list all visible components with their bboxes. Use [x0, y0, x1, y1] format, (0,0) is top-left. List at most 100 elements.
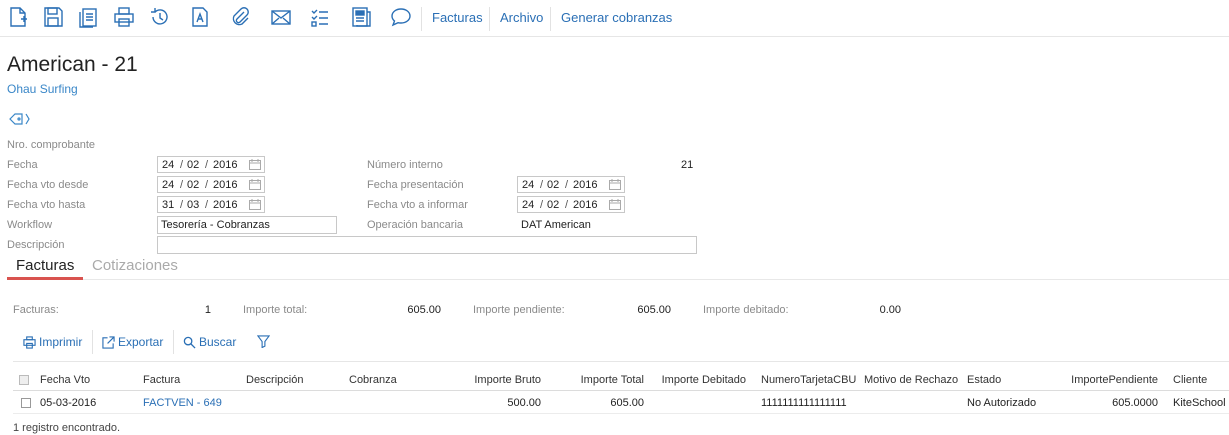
comment-icon[interactable]	[389, 5, 413, 29]
fecha-vto-desde-day: 24	[162, 179, 175, 191]
column-header[interactable]: ImportePendiente	[1070, 374, 1158, 386]
cell-factura-link[interactable]: FACTVEN - 649	[143, 397, 222, 409]
toolbar: Facturas Archivo Generar cobranzas	[0, 0, 1229, 37]
tabs-divider	[7, 279, 1229, 280]
report-icon[interactable]	[350, 5, 374, 29]
search-icon	[183, 336, 196, 349]
buscar-button[interactable]: Buscar	[183, 335, 236, 349]
calendar-icon[interactable]	[249, 179, 261, 190]
active-tab-indicator	[7, 277, 83, 280]
calendar-icon[interactable]	[249, 199, 261, 210]
calendar-icon[interactable]	[249, 159, 261, 170]
workflow-label: Workflow	[7, 219, 53, 231]
facturas-link[interactable]: Facturas	[432, 10, 483, 25]
numero-interno-value: 21	[681, 159, 694, 171]
calendar-icon[interactable]	[609, 179, 621, 190]
attachment-icon[interactable]	[228, 5, 252, 29]
action-separator	[92, 330, 93, 354]
archivo-link[interactable]: Archivo	[500, 10, 543, 25]
column-header[interactable]: Factura	[143, 374, 180, 386]
new-document-icon[interactable]	[6, 5, 30, 29]
fecha-vto-informar-month: 02	[547, 199, 560, 211]
fecha-day: 24	[162, 159, 175, 171]
save-icon[interactable]	[41, 5, 65, 29]
select-all-checkbox[interactable]	[19, 375, 29, 385]
fecha-presentacion-day: 24	[522, 179, 535, 191]
filter-icon	[257, 335, 270, 348]
column-header[interactable]: Importe Total	[555, 374, 644, 386]
fecha-vto-hasta-input[interactable]: 31 / 03 / 2016	[157, 196, 265, 213]
facturas-count-value: 1	[204, 304, 211, 316]
copy-icon[interactable]	[76, 5, 100, 29]
cell-numero-tarjeta: 1111111111111111	[761, 397, 847, 409]
fecha-vto-informar-input[interactable]: 24 / 02 / 2016	[517, 196, 625, 213]
fecha-vto-hasta-label: Fecha vto hasta	[7, 199, 86, 211]
filter-button[interactable]	[257, 335, 270, 348]
imprimir-label: Imprimir	[39, 335, 83, 349]
descripcion-input[interactable]	[157, 236, 697, 254]
export-icon	[102, 335, 115, 349]
fecha-vto-hasta-month: 03	[187, 199, 200, 211]
cell-estado: No Autorizado	[967, 397, 1037, 409]
imprimir-button[interactable]: Imprimir	[23, 335, 82, 349]
fecha-presentacion-year: 2016	[573, 179, 598, 191]
buscar-label: Buscar	[199, 335, 237, 349]
fecha-input[interactable]: 24 / 02 / 2016	[157, 156, 265, 173]
descripcion-label: Descripción	[7, 239, 65, 251]
generar-cobranzas-link[interactable]: Generar cobranzas	[561, 10, 672, 25]
column-header[interactable]: Estado	[967, 374, 1001, 386]
column-header[interactable]: Fecha Vto	[40, 374, 90, 386]
text-document-icon[interactable]	[188, 5, 212, 29]
toolbar-separator	[421, 7, 422, 31]
fecha-presentacion-label: Fecha presentación	[367, 179, 464, 191]
tab-facturas[interactable]: Facturas	[16, 257, 74, 274]
fecha-presentacion-month: 02	[547, 179, 560, 191]
cell-importe-total: 605.00	[610, 397, 644, 409]
fecha-vto-informar-day: 24	[522, 199, 535, 211]
cell-importe-bruto: 500.00	[507, 397, 541, 409]
grid-top-border	[13, 361, 1229, 362]
page-subtitle[interactable]: Ohau Surfing	[7, 82, 78, 96]
records-count: 1 registro encontrado.	[13, 422, 121, 434]
fecha-month: 02	[187, 159, 200, 171]
fecha-vto-informar-year: 2016	[573, 199, 598, 211]
cell-cliente: KiteSchool	[1173, 397, 1226, 409]
toolbar-separator	[550, 7, 551, 31]
facturas-count-label: Facturas:	[13, 304, 59, 316]
tag-icon[interactable]	[8, 111, 32, 127]
exportar-label: Exportar	[118, 335, 164, 349]
exportar-button[interactable]: Exportar	[102, 335, 163, 349]
numero-interno-label: Número interno	[367, 159, 443, 171]
column-header[interactable]: NumeroTarjetaCBU	[761, 374, 856, 386]
operacion-bancaria-value: DAT American	[521, 219, 591, 231]
history-icon[interactable]	[148, 5, 172, 29]
column-header[interactable]: Importe Bruto	[452, 374, 541, 386]
action-separator	[173, 330, 174, 354]
grid-header: Fecha Vto Factura Descripción Cobranza I…	[13, 368, 1229, 391]
fecha-presentacion-input[interactable]: 24 / 02 / 2016	[517, 176, 625, 193]
workflow-input[interactable]: Tesorería - Cobranzas	[157, 216, 337, 234]
row-checkbox[interactable]	[21, 398, 31, 408]
tab-cotizaciones[interactable]: Cotizaciones	[92, 257, 178, 274]
fecha-label: Fecha	[7, 159, 38, 171]
importe-total-value: 605.00	[407, 304, 441, 316]
nro-comprobante-label: Nro. comprobante	[7, 139, 96, 151]
column-header[interactable]: Descripción	[246, 374, 303, 386]
fecha-vto-desde-month: 02	[187, 179, 200, 191]
column-header[interactable]: Cobranza	[349, 374, 397, 386]
checklist-icon[interactable]	[308, 5, 332, 29]
print-icon	[23, 335, 36, 349]
mail-icon[interactable]	[269, 5, 293, 29]
column-header[interactable]: Importe Debitado	[658, 374, 746, 386]
column-header[interactable]: Motivo de Rechazo	[864, 374, 958, 386]
table-row[interactable]: 05-03-2016 FACTVEN - 649 500.00 605.00 1…	[13, 391, 1229, 414]
fecha-vto-hasta-year: 2016	[213, 199, 238, 211]
print-icon[interactable]	[112, 5, 136, 29]
fecha-vto-desde-year: 2016	[213, 179, 238, 191]
column-header[interactable]: Cliente	[1173, 374, 1207, 386]
fecha-vto-desde-input[interactable]: 24 / 02 / 2016	[157, 176, 265, 193]
importe-pendiente-value: 605.00	[637, 304, 671, 316]
page-title: American - 21	[7, 53, 138, 76]
toolbar-separator	[489, 7, 490, 31]
calendar-icon[interactable]	[609, 199, 621, 210]
